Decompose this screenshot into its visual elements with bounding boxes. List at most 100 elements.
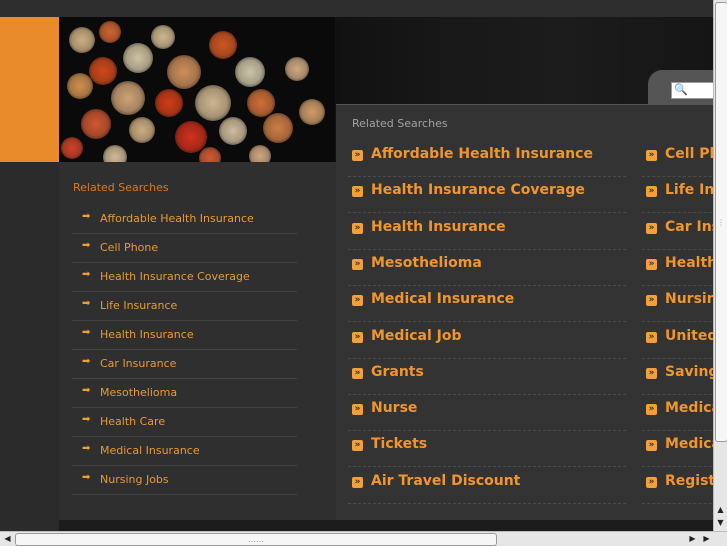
related-search-label[interactable]: Air Travel Discount <box>371 473 520 489</box>
related-search-label[interactable]: Nurse <box>371 400 417 416</box>
arrow-right-icon: ➡ <box>82 327 91 338</box>
sidebar-item-label[interactable]: Medical Insurance <box>100 444 200 457</box>
sidebar-item-label[interactable]: Health Care <box>100 415 165 428</box>
related-search-link[interactable]: » Health Insurance <box>348 214 626 250</box>
related-search-label[interactable]: Mesothelioma <box>371 255 482 271</box>
sidebar-item[interactable]: ➡ Mesothelioma <box>72 379 297 408</box>
chevron-right-icon: » <box>646 404 657 416</box>
horizontal-scrollbar[interactable]: ◀ …… ▶ ▶ <box>0 531 727 546</box>
scroll-right-arrow-icon[interactable]: ▶ <box>700 532 713 545</box>
scroll-down-arrow-icon[interactable]: ▼ <box>714 516 727 529</box>
bokeh-light <box>67 73 93 99</box>
search-icon[interactable]: 🔍 <box>674 83 688 96</box>
sidebar-list: ➡ Affordable Health Insurance ➡ Cell Phone ➡… <box>72 205 297 495</box>
related-search-label[interactable]: Medica <box>665 436 713 452</box>
sidebar-item[interactable]: ➡ Medical Insurance <box>72 437 297 466</box>
related-search-label[interactable]: Medical Job <box>371 328 462 344</box>
related-search-label[interactable]: Nursing <box>665 291 713 307</box>
sidebar-item[interactable]: ➡ Nursing Jobs <box>72 466 297 495</box>
bokeh-light <box>151 25 175 49</box>
related-search-label[interactable]: Health Insurance <box>371 219 506 235</box>
related-search-label[interactable]: Saving <box>665 364 713 380</box>
chevron-right-icon: » <box>646 258 657 270</box>
related-search-link[interactable]: » Air Travel Discount <box>348 468 626 504</box>
related-search-label[interactable]: Registe <box>665 473 713 489</box>
related-search-label[interactable]: Health <box>665 255 713 271</box>
sidebar-item[interactable]: ➡ Life Insurance <box>72 292 297 321</box>
footer-bar <box>59 520 713 531</box>
related-search-link[interactable]: » Registe <box>642 468 713 504</box>
sidebar-item[interactable]: ➡ Car Insurance <box>72 350 297 379</box>
arrow-right-icon: ➡ <box>82 356 91 367</box>
scroll-up-arrow-icon[interactable]: ▲ <box>714 503 727 516</box>
sidebar-item[interactable]: ➡ Affordable Health Insurance <box>72 205 297 234</box>
bokeh-light <box>247 89 275 117</box>
related-search-link[interactable]: » Car Ins <box>642 214 713 250</box>
sidebar-item-label[interactable]: Cell Phone <box>100 241 158 254</box>
bokeh-light <box>199 147 221 162</box>
related-search-link[interactable]: » Medical Insurance <box>348 286 626 323</box>
main-panel: Related Searches » Affordable Health Insu… <box>336 104 713 521</box>
sidebar-item-label[interactable]: Affordable Health Insurance <box>100 212 254 225</box>
bokeh-light <box>129 117 155 143</box>
related-search-label[interactable]: Medica <box>665 400 713 416</box>
sidebar-item-label[interactable]: Health Insurance <box>100 328 194 341</box>
vertical-scroll-thumb[interactable]: ⋮⋮ <box>715 2 727 442</box>
horizontal-scroll-thumb[interactable]: …… <box>15 533 497 546</box>
bokeh-light <box>285 57 309 81</box>
related-search-label[interactable]: Health Insurance Coverage <box>371 182 585 198</box>
search-input[interactable]: 🔍 <box>671 82 714 99</box>
scroll-right-arrow-icon[interactable]: ▶ <box>686 532 699 545</box>
related-search-label[interactable]: Tickets <box>371 436 427 452</box>
sidebar-item[interactable]: ➡ Health Insurance Coverage <box>72 263 297 292</box>
grip-icon: ⋮⋮ <box>717 218 727 227</box>
related-search-link[interactable]: » United <box>642 323 713 359</box>
bokeh-light <box>195 85 231 121</box>
related-search-label[interactable]: Grants <box>371 364 424 380</box>
related-search-link[interactable]: » Saving <box>642 359 713 395</box>
bokeh-light <box>111 81 145 115</box>
related-search-link[interactable]: » Cell Ph <box>642 141 713 177</box>
sidebar-item[interactable]: ➡ Health Care <box>72 408 297 437</box>
related-search-label[interactable]: Car Ins <box>665 219 713 235</box>
chevron-right-icon: » <box>352 476 363 488</box>
bokeh-light <box>249 145 271 162</box>
related-search-link[interactable]: » Medica <box>642 395 713 432</box>
chevron-right-icon: » <box>646 367 657 379</box>
related-search-label[interactable]: Cell Ph <box>665 146 713 162</box>
related-search-label[interactable]: Medical Insurance <box>371 291 514 307</box>
bokeh-light <box>99 21 121 43</box>
sidebar-item[interactable]: ➡ Cell Phone <box>72 234 297 263</box>
related-search-link[interactable]: » Medica <box>642 431 713 468</box>
related-search-label[interactable]: Affordable Health Insurance <box>371 146 593 162</box>
sidebar-item-label[interactable]: Car Insurance <box>100 357 176 370</box>
related-search-label[interactable]: Life Ins <box>665 182 713 198</box>
bokeh-light <box>123 43 153 73</box>
sidebar-item-label[interactable]: Life Insurance <box>100 299 177 312</box>
chevron-right-icon: » <box>646 222 657 234</box>
related-search-link[interactable]: » Nurse <box>348 395 626 432</box>
sidebar-item[interactable]: ➡ Health Insurance <box>72 321 297 350</box>
sidebar-item-label[interactable]: Mesothelioma <box>100 386 177 399</box>
related-search-link[interactable]: » Affordable Health Insurance <box>348 141 626 177</box>
related-search-link[interactable]: » Health <box>642 250 713 286</box>
sidebar-item-label[interactable]: Nursing Jobs <box>100 473 169 486</box>
related-search-label[interactable]: United <box>665 328 713 344</box>
chevron-right-icon: » <box>646 150 657 161</box>
related-search-link[interactable]: » Medical Job <box>348 323 626 359</box>
arrow-right-icon: ➡ <box>82 240 91 251</box>
scroll-left-arrow-icon[interactable]: ◀ <box>1 532 14 545</box>
chevron-right-icon: » <box>352 367 363 379</box>
sidebar-item-label[interactable]: Health Insurance Coverage <box>100 270 250 283</box>
related-search-link[interactable]: » Nursing <box>642 286 713 323</box>
related-search-link[interactable]: » Grants <box>348 359 626 395</box>
related-search-link[interactable]: » Life Ins <box>642 177 713 214</box>
vertical-scrollbar[interactable]: ⋮⋮ ▲ ▼ <box>713 0 727 531</box>
chevron-right-icon: » <box>646 476 657 488</box>
related-search-link[interactable]: » Tickets <box>348 431 626 468</box>
bokeh-light <box>299 99 325 125</box>
bokeh-light <box>219 117 247 145</box>
related-search-link[interactable]: » Health Insurance Coverage <box>348 177 626 214</box>
related-search-link[interactable]: » Mesothelioma <box>348 250 626 286</box>
chevron-right-icon: » <box>646 186 657 198</box>
